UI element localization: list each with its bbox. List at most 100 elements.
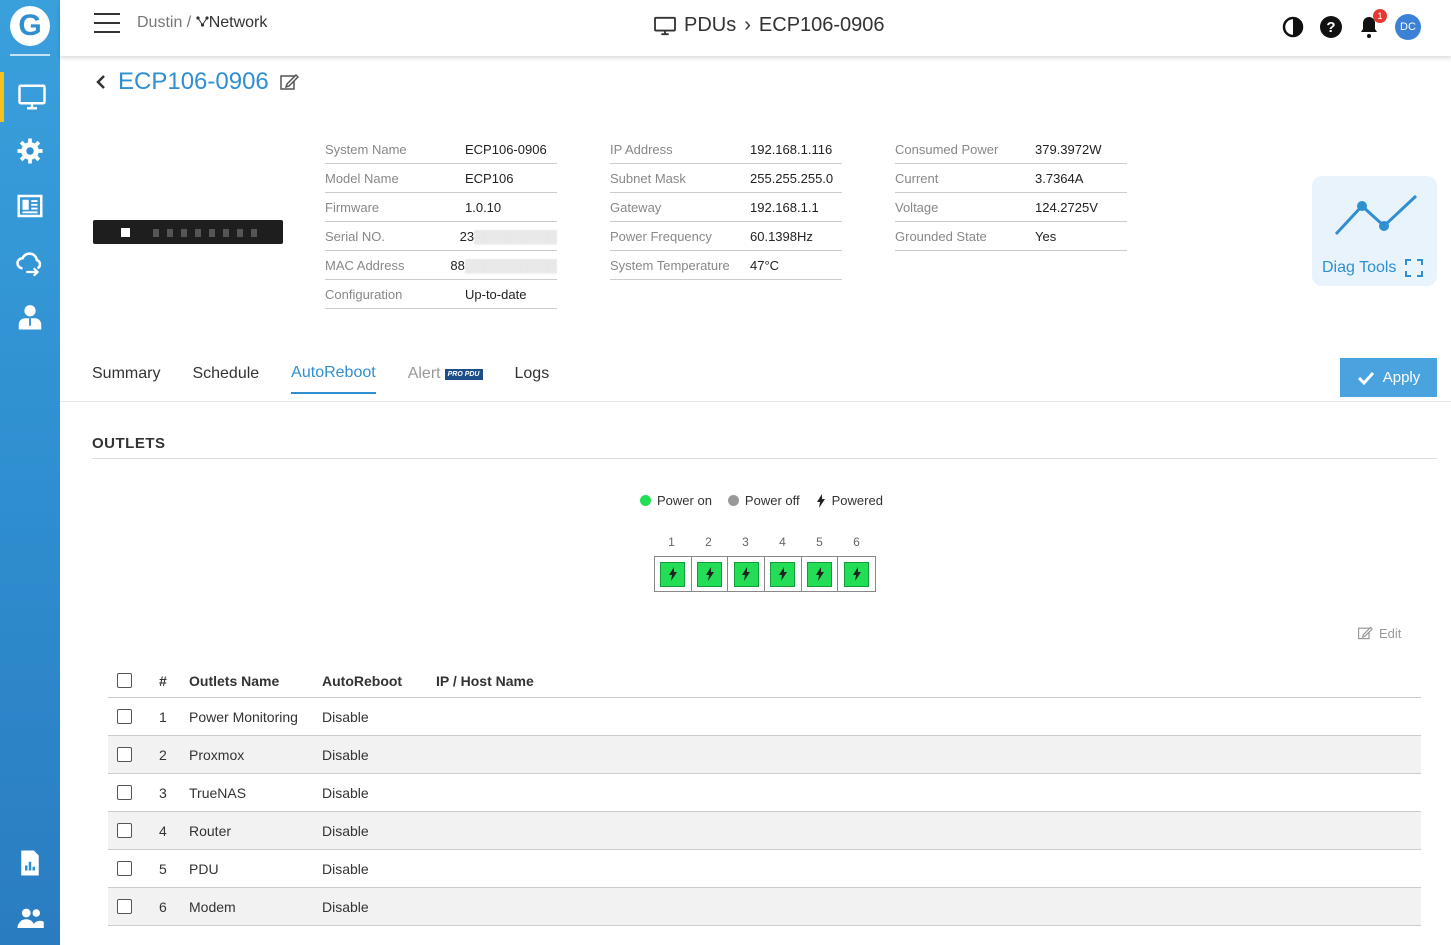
outlets-title: OUTLETS — [92, 435, 166, 452]
table-row[interactable]: 5 PDU Disable — [108, 850, 1421, 888]
row-checkbox[interactable] — [117, 823, 132, 838]
edit-button[interactable]: Edit — [1357, 625, 1401, 641]
row-checkbox[interactable] — [117, 747, 132, 762]
bolt-icon — [816, 493, 825, 508]
sidebar-item-cloud[interactable] — [0, 237, 60, 287]
info-row-ip: IP Address 192.168.1.116 — [610, 135, 842, 164]
back-chevron-icon[interactable] — [94, 73, 108, 91]
info-row-grounded: Grounded State Yes — [895, 222, 1127, 251]
outlet-number: 1 — [668, 535, 675, 549]
outlet-6[interactable] — [838, 557, 875, 591]
help-icon[interactable]: ? — [1319, 15, 1343, 39]
power-off-dot — [727, 495, 739, 506]
table-row[interactable]: 1 Power Monitoring Disable — [108, 698, 1421, 736]
breadcrumb: Dustin / Network — [137, 14, 267, 32]
row-checkbox[interactable] — [117, 861, 132, 876]
sidebar-item-reports[interactable] — [0, 181, 60, 231]
table-row[interactable]: 4 Router Disable — [108, 812, 1421, 850]
page-title-section: PDUs — [684, 14, 737, 36]
theme-toggle-icon[interactable] — [1281, 15, 1305, 39]
outlet-5[interactable] — [802, 557, 839, 591]
legend-label: Power off — [744, 493, 800, 508]
tab-autoreboot[interactable]: AutoReboot — [291, 364, 376, 394]
menu-icon[interactable] — [94, 13, 120, 33]
outlet-number: 3 — [742, 535, 749, 549]
outlet-number: 6 — [853, 535, 860, 549]
pro-badge: PRO PDU — [444, 368, 483, 380]
redacted-serial: ▒▒▒▒▒▒▒▒▒ — [474, 228, 557, 244]
edit-label: Edit — [1379, 625, 1402, 641]
diag-tools-card[interactable]: Diag Tools — [1312, 176, 1437, 286]
top-bar: Dustin / Network PDUs › ECP106-0906 ? 1 … — [60, 0, 1451, 56]
sidebar-item-analytics[interactable] — [0, 838, 60, 888]
row-autoreboot: Disable — [322, 746, 369, 763]
info-label: System Temperature — [610, 257, 730, 273]
edit-name-icon[interactable] — [279, 72, 299, 92]
tab-summary[interactable]: Summary — [92, 364, 160, 394]
device-header: ECP106-0906 — [94, 68, 299, 96]
sidebar-item-settings[interactable] — [0, 126, 60, 176]
sidebar-item-devices[interactable] — [0, 72, 60, 122]
info-row-model-name: Model Name ECP106 — [325, 164, 557, 193]
row-num: 4 — [159, 822, 167, 839]
info-value: 124.2725V — [1035, 199, 1098, 215]
sidebar-item-users[interactable] — [0, 292, 60, 342]
info-label: MAC Address — [325, 257, 405, 273]
outlet-2[interactable] — [692, 557, 729, 591]
select-all-checkbox[interactable] — [117, 673, 132, 688]
device-image — [93, 220, 283, 244]
line-chart-icon — [1334, 194, 1418, 236]
logo[interactable] — [10, 6, 50, 46]
legend-powered: Powered — [816, 493, 883, 508]
breadcrumb-network[interactable]: Network — [196, 14, 267, 31]
mac-prefix: 88 — [450, 257, 465, 273]
network-icon — [196, 16, 209, 27]
info-column-system: System Name ECP106-0906 Model Name ECP106 … — [325, 135, 557, 309]
row-checkbox[interactable] — [117, 709, 132, 724]
info-row-gateway: Gateway 192.168.1.1 — [610, 193, 842, 222]
sidebar-item-team[interactable] — [0, 893, 60, 943]
outlet-1[interactable] — [655, 557, 692, 591]
outlet-diagram — [654, 556, 876, 592]
power-on-dot — [640, 495, 651, 506]
info-label: Grounded State — [895, 228, 987, 244]
notification-bell-icon[interactable]: 1 — [1357, 9, 1387, 39]
table-row[interactable]: 2 Proxmox Disable — [108, 736, 1421, 774]
info-value: ECP106 — [465, 170, 514, 186]
table-row[interactable]: 6 Modem Disable — [108, 888, 1421, 926]
header-outlet-name: Outlets Name — [189, 672, 280, 689]
row-checkbox[interactable] — [117, 899, 132, 914]
info-row-firmware: Firmware 1.0.10 — [325, 193, 557, 222]
info-label: Power Frequency — [610, 228, 712, 244]
bolt-icon — [705, 567, 714, 581]
apply-button[interactable]: Apply — [1340, 358, 1437, 397]
info-row-voltage: Voltage 124.2725V — [895, 193, 1127, 222]
row-autoreboot: Disable — [322, 708, 369, 725]
tab-label: AutoReboot — [291, 364, 376, 381]
diag-tools-text: Diag Tools — [1322, 259, 1397, 276]
table-row[interactable]: 3 TrueNAS Disable — [108, 774, 1421, 812]
avatar[interactable]: DC — [1395, 14, 1421, 40]
legend-power-on: Power on — [640, 493, 712, 508]
info-label: System Name — [325, 141, 407, 157]
row-checkbox[interactable] — [117, 785, 132, 800]
info-value: 3.7364A — [1035, 170, 1084, 186]
table-header: # Outlets Name AutoReboot IP / Host Name — [108, 664, 1421, 698]
info-value: Yes — [1035, 228, 1057, 244]
tab-alert[interactable]: Alert PRO PDU — [408, 364, 483, 394]
info-column-network: IP Address 192.168.1.116 Subnet Mask 255.2… — [610, 135, 842, 280]
outlet-3[interactable] — [728, 557, 766, 591]
header-ip-host: IP / Host Name — [436, 672, 534, 689]
logo-divider — [10, 54, 50, 56]
tab-bar: Summary Schedule AutoReboot Alert PRO PDU… — [92, 364, 549, 394]
tab-logs[interactable]: Logs — [515, 364, 550, 394]
outlet-4[interactable] — [765, 557, 802, 591]
row-outlet-name: Proxmox — [189, 746, 245, 763]
page-title: PDUs › ECP106-0906 — [654, 14, 885, 37]
tab-schedule[interactable]: Schedule — [192, 364, 259, 394]
info-value: 47°C — [750, 257, 780, 273]
breadcrumb-org[interactable]: Dustin / — [137, 14, 191, 31]
info-label: Firmware — [325, 199, 380, 215]
user-icon — [18, 305, 42, 330]
info-label: Voltage — [895, 199, 939, 215]
